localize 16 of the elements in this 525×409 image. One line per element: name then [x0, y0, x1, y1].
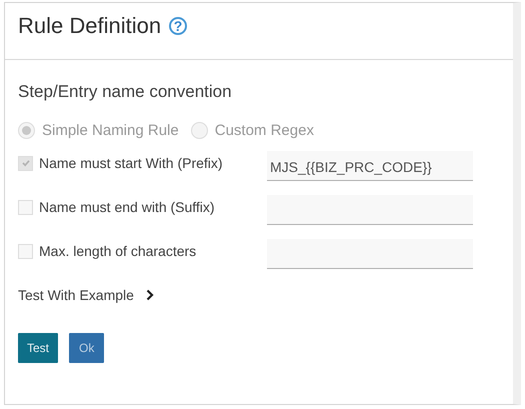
ok-button[interactable]: Ok	[69, 333, 104, 363]
checkbox-label: Name must start With (Prefix)	[39, 155, 223, 171]
test-button[interactable]: Test	[18, 333, 58, 363]
radio-label: Custom Regex	[214, 122, 314, 139]
checkbox[interactable]	[18, 200, 33, 214]
test-with-example-toggle[interactable]: Test With Example	[18, 287, 154, 303]
input-field[interactable]	[267, 239, 473, 269]
input-field[interactable]	[267, 195, 473, 225]
section-title: Step/Entry name convention	[18, 82, 233, 102]
checkbox-label: Max. length of characters	[39, 243, 196, 259]
dialog-title: Rule Definition	[18, 13, 162, 39]
checkbox-label: Name must end with (Suffix)	[39, 199, 215, 215]
radio-label: Simple Naming Rule	[42, 122, 179, 139]
checkbox[interactable]	[18, 244, 33, 258]
check-icon	[20, 158, 30, 168]
help-icon[interactable]: ?	[169, 17, 188, 35]
